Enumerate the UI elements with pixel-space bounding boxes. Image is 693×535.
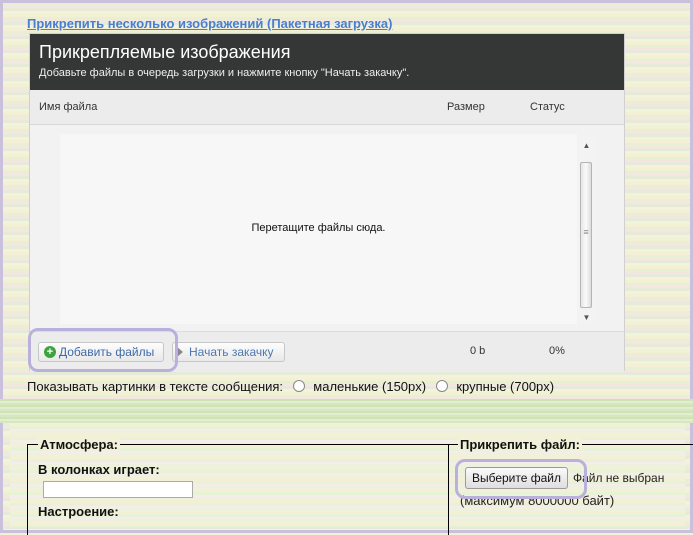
total-size: 0 b bbox=[470, 345, 486, 357]
mood-label: Настроение: bbox=[38, 504, 119, 519]
image-uploader: Прикрепляемые изображения Добавьте файлы… bbox=[29, 33, 625, 372]
scroll-down-arrow-icon[interactable]: ▼ bbox=[578, 312, 595, 324]
scroll-up-arrow-icon[interactable]: ▲ bbox=[578, 140, 595, 152]
batch-upload-link[interactable]: Прикрепить несколько изображений (Пакетн… bbox=[27, 16, 392, 31]
file-list-header: Имя файла Размер Статус bbox=[30, 90, 624, 125]
attach-file-fieldset bbox=[447, 444, 693, 535]
total-percent: 0% bbox=[549, 345, 565, 357]
start-upload-label: Начать закачку bbox=[189, 345, 274, 359]
uploader-footer: + Добавить файлы Начать закачку 0 b 0% bbox=[30, 331, 624, 372]
divider-band bbox=[0, 399, 693, 423]
uploader-subtitle: Добавьте файлы в очередь загрузки и нажм… bbox=[39, 67, 410, 79]
grip-icon: ≡ bbox=[583, 227, 589, 237]
atmosphere-legend: Атмосфера: bbox=[38, 437, 120, 452]
columns-input[interactable] bbox=[43, 481, 193, 498]
play-arrow-icon bbox=[177, 347, 183, 357]
radio-small[interactable] bbox=[292, 380, 305, 392]
column-filename: Имя файла bbox=[39, 101, 98, 113]
columns-label: В колонках играет: bbox=[38, 462, 160, 477]
column-status: Статус bbox=[530, 101, 565, 113]
add-files-button[interactable]: + Добавить файлы bbox=[38, 342, 164, 362]
scrollbar-thumb[interactable]: ≡ bbox=[580, 162, 592, 308]
file-drop-zone[interactable]: Перетащите файлы сюда. bbox=[60, 134, 577, 324]
column-size: Размер bbox=[447, 101, 485, 113]
choose-file-button[interactable]: Выберите файл bbox=[465, 467, 568, 489]
radio-large-label: крупные (700px) bbox=[456, 379, 555, 394]
image-size-options: Показывать картинки в тексте сообщения: … bbox=[27, 379, 554, 394]
start-upload-button[interactable]: Начать закачку bbox=[172, 342, 285, 362]
uploader-title: Прикрепляемые изображения bbox=[39, 42, 291, 62]
attach-file-legend: Прикрепить файл: bbox=[458, 437, 582, 452]
add-files-label: Добавить файлы bbox=[59, 345, 155, 359]
plus-circle-icon: + bbox=[44, 346, 56, 358]
image-size-label: Показывать картинки в тексте сообщения: bbox=[27, 379, 284, 394]
file-status-text: Файл не выбран bbox=[573, 471, 665, 485]
file-list-scrollbar[interactable]: ▲ ≡ ▼ bbox=[578, 138, 595, 324]
drop-zone-text: Перетащите файлы сюда. bbox=[251, 222, 386, 234]
radio-small-label: маленькие (150px) bbox=[313, 379, 427, 394]
radio-large[interactable] bbox=[435, 380, 448, 392]
uploader-header: Прикрепляемые изображения Добавьте файлы… bbox=[30, 34, 624, 90]
max-size-text: (максимум 8000000 байт) bbox=[460, 493, 615, 508]
